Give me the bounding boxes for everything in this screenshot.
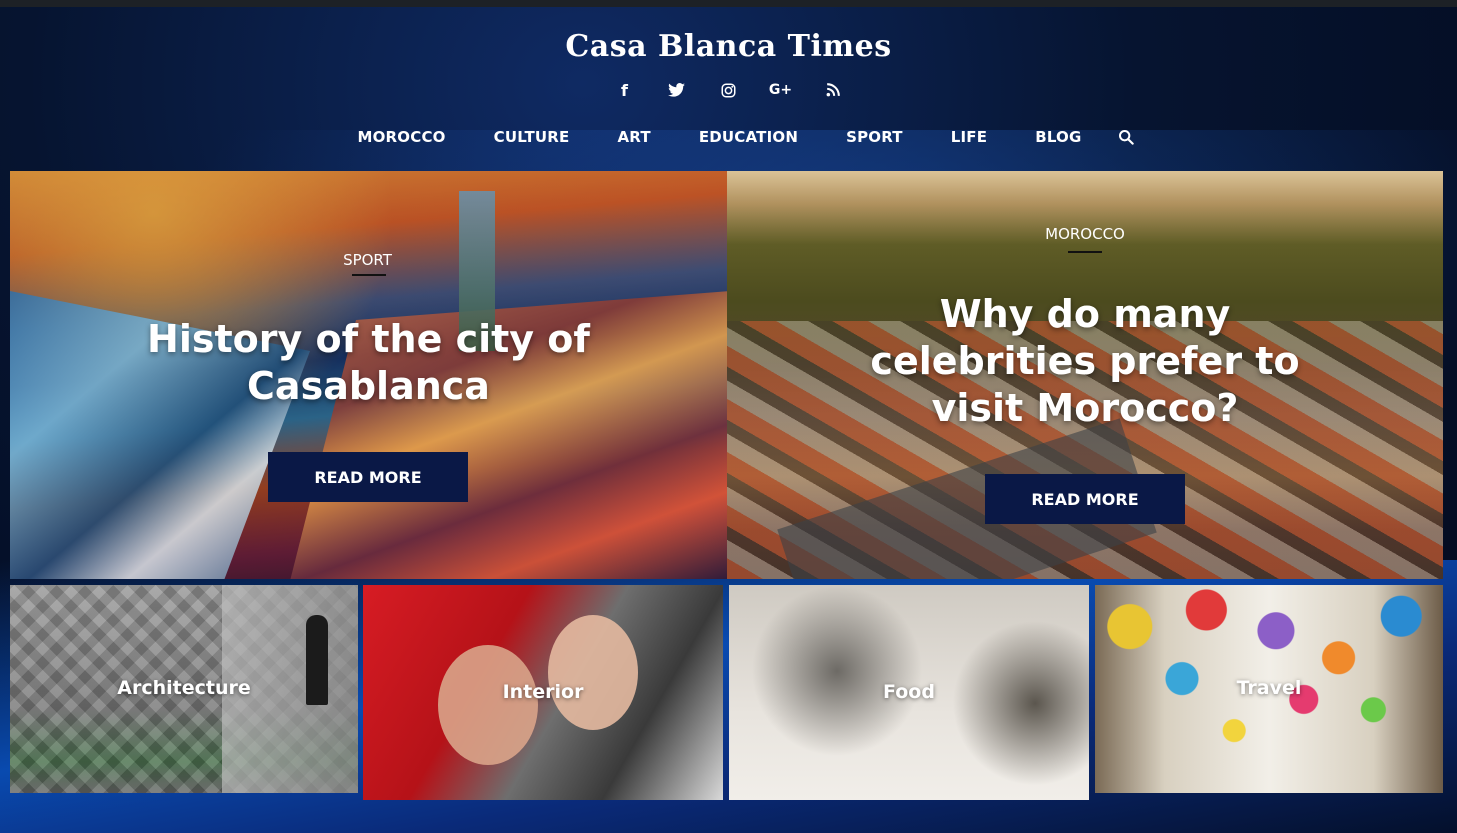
nav-item-blog[interactable]: BLOG	[1035, 128, 1081, 146]
site-header: Casa Blanca Times f G+ MOROCCO CULTURE A…	[0, 7, 1457, 171]
featured-post-morocco[interactable]: MOROCCO Why do many celebrities prefer t…	[727, 171, 1443, 579]
rss-icon[interactable]	[822, 79, 844, 101]
top-strip	[0, 0, 1457, 7]
social-links: f G+	[0, 79, 1457, 101]
hero-overlay: MOROCCO Why do many celebrities prefer t…	[727, 171, 1443, 579]
search-icon[interactable]	[1116, 127, 1136, 147]
site-logo[interactable]: Casa Blanca Times	[0, 29, 1457, 64]
tile-label: Food	[883, 681, 935, 703]
category-tile-architecture[interactable]: Architecture	[10, 585, 358, 793]
hero-overlay: SPORT History of the city of Casablanca …	[10, 171, 727, 579]
nav-item-art[interactable]: ART	[618, 128, 651, 146]
featured-post-casablanca[interactable]: SPORT History of the city of Casablanca …	[10, 171, 727, 579]
post-title[interactable]: Why do many celebrities prefer to visit …	[727, 291, 1443, 432]
nav-item-morocco[interactable]: MOROCCO	[357, 128, 445, 146]
nav-item-culture[interactable]: CULTURE	[494, 128, 570, 146]
google-plus-icon[interactable]: G+	[769, 79, 792, 101]
post-category[interactable]: MOROCCO	[727, 225, 1443, 243]
category-tile-food[interactable]: Food	[729, 585, 1089, 800]
read-more-button[interactable]: READ MORE	[985, 474, 1185, 524]
post-category[interactable]: SPORT	[10, 251, 726, 269]
instagram-icon[interactable]	[718, 79, 740, 101]
nav-item-sport[interactable]: SPORT	[846, 128, 903, 146]
category-tile-interior[interactable]: Interior	[363, 585, 723, 800]
tile-image-face	[548, 615, 638, 730]
post-title[interactable]: History of the city of Casablanca	[10, 316, 727, 410]
category-underline	[1068, 251, 1102, 253]
tile-label: Travel	[1236, 677, 1302, 699]
facebook-icon[interactable]: f	[614, 79, 636, 101]
tile-label: Interior	[502, 681, 584, 703]
nav-item-education[interactable]: EDUCATION	[699, 128, 798, 146]
tile-image-face	[438, 645, 538, 765]
twitter-icon[interactable]	[666, 79, 688, 101]
category-tile-travel[interactable]: Travel	[1095, 585, 1443, 793]
read-more-button[interactable]: READ MORE	[268, 452, 468, 502]
category-underline	[352, 274, 386, 276]
main-nav: MOROCCO CULTURE ART EDUCATION SPORT LIFE…	[0, 127, 1457, 147]
tile-label: Architecture	[117, 677, 251, 699]
nav-item-life[interactable]: LIFE	[951, 128, 987, 146]
